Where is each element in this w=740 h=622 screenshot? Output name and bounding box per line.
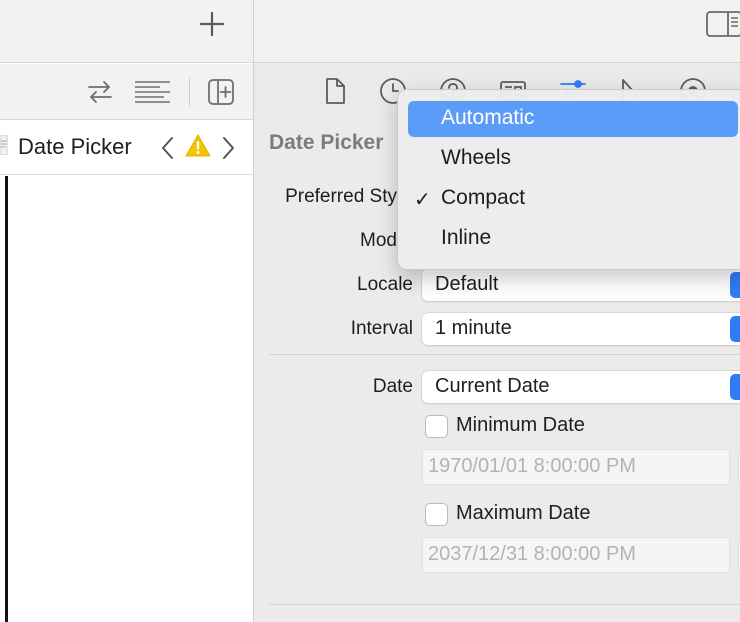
menu-item-label: Automatic bbox=[441, 106, 535, 129]
previous-issue-button[interactable] bbox=[159, 135, 177, 161]
chevron-left-icon bbox=[162, 137, 173, 159]
chevron-updown-icon bbox=[730, 272, 740, 298]
navigator-pane: Date Picker bbox=[0, 0, 253, 622]
plus-icon bbox=[199, 11, 225, 37]
editor-options-button[interactable] bbox=[134, 77, 172, 107]
left-titlebar bbox=[0, 0, 253, 63]
menu-item-compact[interactable]: ✓ Compact bbox=[408, 181, 738, 217]
maximum-date-value: 2037/12/31 8:00:00 PM bbox=[428, 543, 636, 565]
interval-label: Interval bbox=[350, 318, 413, 339]
editor-canvas[interactable] bbox=[0, 176, 253, 622]
add-editor-button[interactable] bbox=[206, 77, 236, 107]
checkmark-icon: ✓ bbox=[414, 189, 431, 211]
add-button[interactable] bbox=[196, 8, 228, 40]
preferred-style-label: Preferred Sty bbox=[285, 186, 397, 207]
locale-label: Locale bbox=[357, 274, 413, 295]
canvas-edge-line bbox=[5, 176, 8, 622]
section-divider bbox=[269, 604, 740, 605]
maximum-date-field: 2037/12/31 8:00:00 PM bbox=[422, 537, 730, 573]
date-popup[interactable]: Current Date bbox=[422, 371, 740, 403]
interval-value: 1 minute bbox=[435, 317, 512, 339]
interval-popup[interactable]: 1 minute bbox=[422, 313, 740, 345]
date-value: Current Date bbox=[435, 375, 550, 397]
chevron-updown-icon bbox=[730, 374, 740, 400]
file-icon bbox=[326, 78, 345, 104]
minimum-date-value: 1970/01/01 8:00:00 PM bbox=[428, 455, 636, 477]
warning-icon[interactable] bbox=[185, 133, 211, 159]
preferred-style-menu: Automatic Wheels ✓ Compact Inline bbox=[397, 89, 740, 270]
minimum-date-checkbox[interactable] bbox=[425, 415, 448, 438]
minimum-date-field: 1970/01/01 8:00:00 PM bbox=[422, 449, 730, 485]
section-divider bbox=[269, 354, 740, 355]
next-issue-button[interactable] bbox=[219, 135, 237, 161]
tab-file-inspector[interactable] bbox=[320, 76, 350, 106]
file-icon bbox=[0, 134, 8, 156]
toolbar-divider bbox=[189, 78, 190, 106]
maximum-date-checkbox[interactable] bbox=[425, 503, 448, 526]
toggle-inspector-button[interactable] bbox=[705, 9, 740, 39]
maximum-date-label[interactable]: Maximum Date bbox=[456, 502, 590, 525]
locale-popup[interactable]: Default bbox=[422, 269, 740, 301]
editor-toolbar bbox=[0, 64, 253, 120]
locale-value: Default bbox=[435, 273, 499, 295]
add-editor-icon bbox=[208, 79, 234, 105]
menu-item-label: Inline bbox=[441, 226, 492, 249]
section-title: Date Picker bbox=[269, 131, 384, 154]
text-lines-icon bbox=[135, 81, 170, 103]
right-titlebar bbox=[254, 0, 740, 63]
jump-bar: Date Picker bbox=[0, 121, 253, 175]
menu-item-automatic[interactable]: Automatic bbox=[408, 101, 738, 137]
jump-bar-title[interactable]: Date Picker bbox=[18, 134, 132, 160]
menu-item-label: Compact bbox=[441, 186, 526, 209]
menu-item-inline[interactable]: Inline bbox=[408, 221, 738, 257]
sidebar-right-icon bbox=[706, 11, 740, 37]
chevron-updown-icon bbox=[730, 316, 740, 342]
mode-label: Mod bbox=[360, 230, 397, 251]
menu-item-label: Wheels bbox=[441, 146, 512, 169]
toggle-related-button[interactable] bbox=[85, 77, 115, 107]
menu-item-wheels[interactable]: Wheels bbox=[408, 141, 738, 177]
chevron-right-icon bbox=[223, 137, 234, 159]
arrows-swap-icon bbox=[88, 81, 112, 103]
date-label: Date bbox=[372, 376, 413, 397]
minimum-date-label[interactable]: Minimum Date bbox=[456, 414, 585, 437]
